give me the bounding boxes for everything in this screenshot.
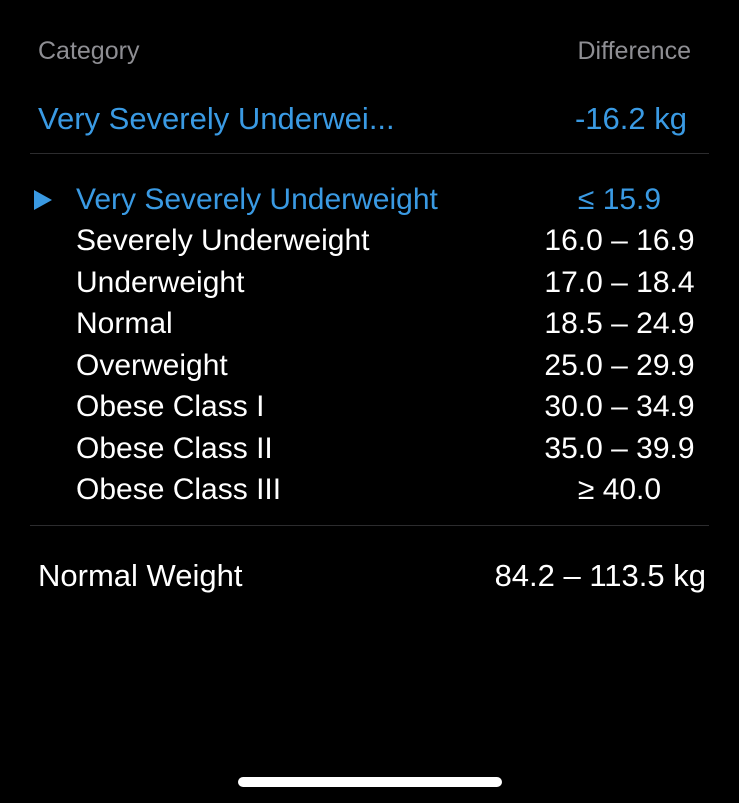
category-name: Obese Class II (76, 431, 273, 465)
normal-weight-summary: Normal Weight 84.2 – 113.5 kg (38, 554, 706, 598)
category-row-obese-class-3: Obese Class III ≥ 40.0 (30, 470, 709, 512)
column-header: Category Difference (38, 33, 691, 69)
bmi-category-table: Very Severely Underweight ≤ 15.9 Severel… (30, 179, 709, 511)
category-row-very-severely-underweight: Very Severely Underweight ≤ 15.9 (30, 179, 709, 221)
category-range: 30.0 – 34.9 (544, 390, 695, 424)
play-triangle-icon (34, 189, 52, 210)
category-name: Very Severely Underweight (76, 182, 438, 216)
category-row-severely-underweight: Severely Underweight 16.0 – 16.9 (30, 221, 709, 263)
home-indicator[interactable] (238, 777, 502, 787)
category-range: 16.0 – 16.9 (544, 224, 695, 258)
category-row-normal: Normal 18.5 – 24.9 (30, 304, 709, 346)
bottom-divider (30, 525, 709, 526)
category-row-obese-class-2: Obese Class II 35.0 – 39.9 (30, 428, 709, 470)
category-name: Normal (76, 307, 173, 341)
category-name: Underweight (76, 265, 245, 299)
top-divider (30, 153, 709, 154)
category-name: Severely Underweight (76, 224, 370, 258)
current-category-row: Very Severely Underwei... -16.2 kg (38, 97, 687, 141)
category-name: Obese Class I (76, 390, 265, 424)
current-category-name: Very Severely Underwei... (38, 101, 395, 136)
category-range: ≤ 15.9 (577, 182, 662, 216)
category-row-obese-class-1: Obese Class I 30.0 – 34.9 (30, 387, 709, 429)
category-column-label: Category (38, 36, 140, 65)
category-name: Overweight (76, 348, 228, 382)
category-name: Obese Class III (76, 473, 282, 507)
difference-column-label: Difference (577, 36, 692, 65)
category-range: 25.0 – 29.9 (544, 348, 695, 382)
category-range: ≥ 40.0 (577, 473, 662, 507)
category-range: 18.5 – 24.9 (544, 307, 695, 341)
summary-value: 84.2 – 113.5 kg (494, 558, 706, 593)
category-range: 35.0 – 39.9 (544, 431, 695, 465)
category-row-overweight: Overweight 25.0 – 29.9 (30, 345, 709, 387)
current-difference-value: -16.2 kg (574, 101, 687, 136)
summary-label: Normal Weight (38, 558, 243, 593)
category-row-underweight: Underweight 17.0 – 18.4 (30, 262, 709, 304)
category-range: 17.0 – 18.4 (544, 265, 695, 299)
